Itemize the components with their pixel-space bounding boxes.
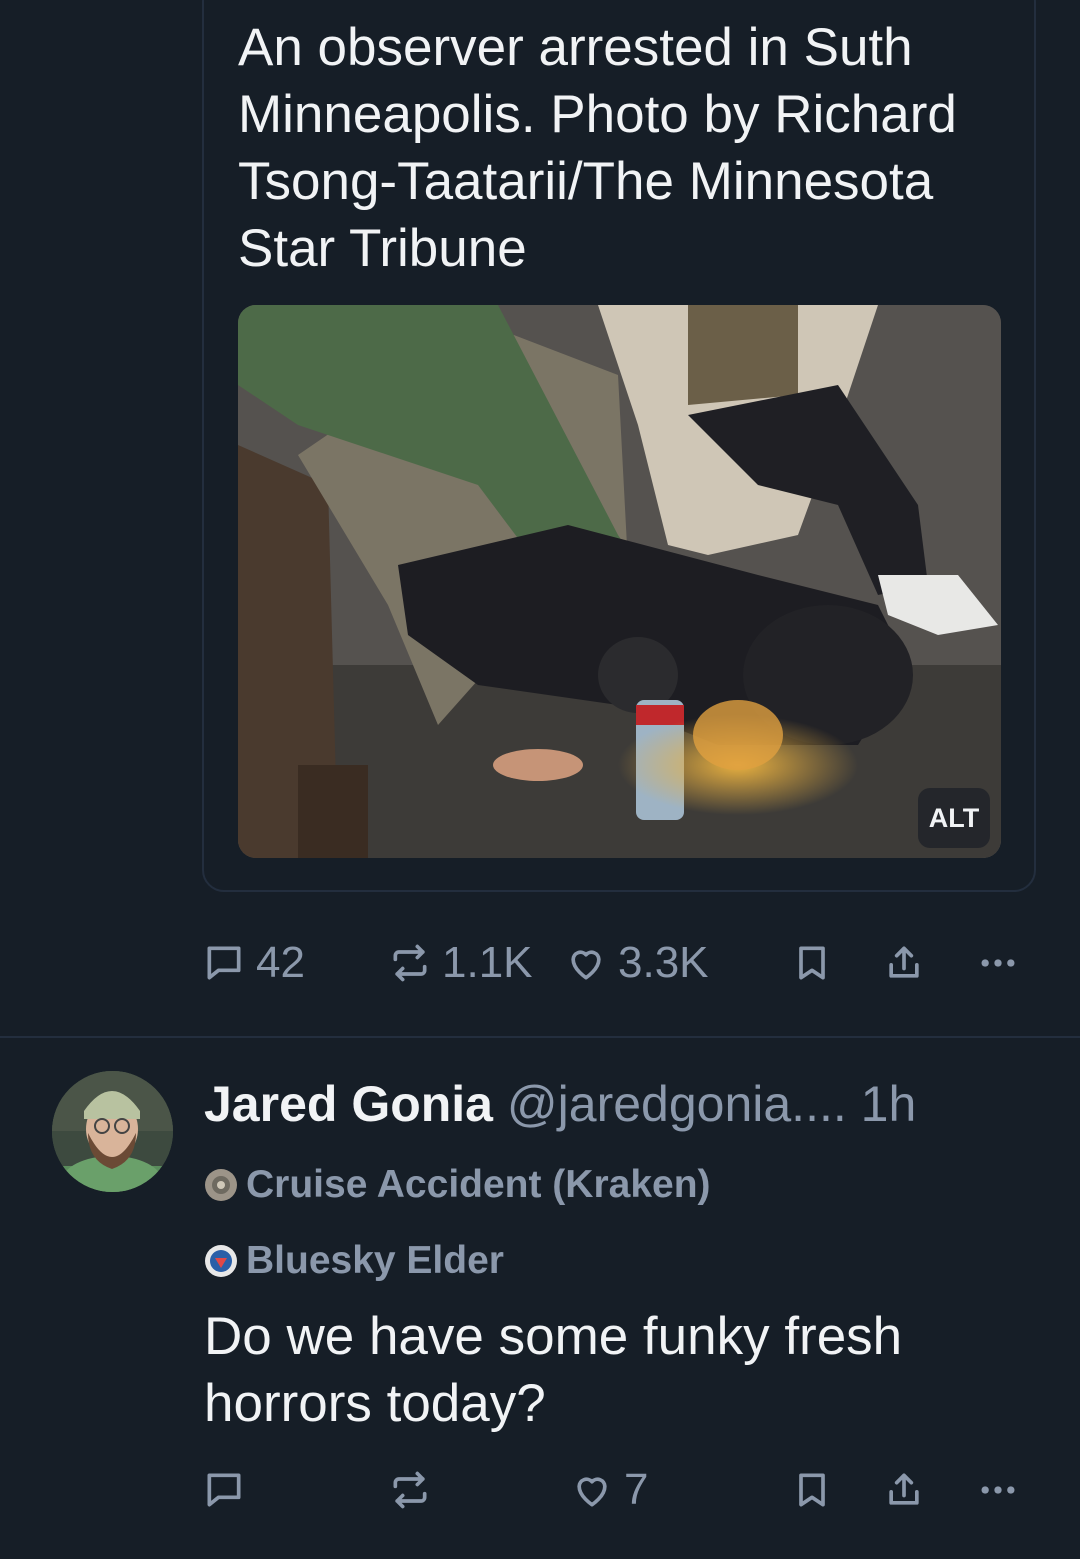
reply-icon bbox=[207, 1473, 241, 1507]
alt-text-badge[interactable]: ALT bbox=[918, 788, 990, 848]
share-icon bbox=[889, 1473, 919, 1505]
like-button[interactable]: 3.3K bbox=[564, 933, 709, 993]
post-photo[interactable]: ALT bbox=[238, 305, 1001, 858]
repost-icon bbox=[393, 944, 427, 982]
reply-icon bbox=[207, 946, 241, 980]
badge-label: Cruise Accident (Kraken) bbox=[246, 1163, 711, 1206]
post-timestamp[interactable]: 1h bbox=[861, 1076, 917, 1132]
quoted-post-text: An observer arrested in Suth Minneapolis… bbox=[238, 18, 957, 278]
author-handle[interactable]: @jaredgonia.... bbox=[507, 1076, 847, 1132]
avatar[interactable] bbox=[52, 1071, 173, 1192]
reply-count: 42 bbox=[256, 938, 305, 987]
like-button[interactable]: 7 bbox=[570, 1460, 648, 1520]
post-header: Jared Gonia @jaredgonia.... 1h bbox=[204, 1072, 1044, 1136]
share-button[interactable] bbox=[882, 1460, 926, 1520]
share-icon bbox=[889, 946, 919, 978]
bookmark-icon bbox=[799, 1473, 825, 1507]
more-icon bbox=[981, 959, 1015, 967]
repost-button[interactable]: 1.1K bbox=[388, 933, 533, 993]
bookmark-button[interactable] bbox=[790, 933, 834, 993]
photo-illustration bbox=[238, 305, 1001, 858]
repost-icon bbox=[393, 1471, 427, 1509]
repost-button[interactable] bbox=[388, 1460, 432, 1520]
badge-bluesky-elder[interactable]: Bluesky Elder bbox=[204, 1236, 504, 1286]
like-icon bbox=[577, 1477, 607, 1507]
badge-cruise-accident[interactable]: Cruise Accident (Kraken) bbox=[204, 1160, 711, 1210]
post-action-bar: 42 1.1K 3.3K bbox=[202, 933, 1032, 993]
share-button[interactable] bbox=[882, 933, 926, 993]
more-button[interactable] bbox=[974, 933, 1022, 993]
post-body-text: Do we have some funky fresh horrors toda… bbox=[204, 1307, 903, 1433]
author-name[interactable]: Jared Gonia bbox=[204, 1076, 493, 1132]
elder-badge-icon bbox=[205, 1245, 237, 1277]
reply-button[interactable] bbox=[202, 1460, 246, 1520]
more-icon bbox=[981, 1486, 1015, 1494]
badge-label: Bluesky Elder bbox=[246, 1239, 504, 1282]
like-count: 3.3K bbox=[618, 938, 709, 987]
reply-button[interactable]: 42 bbox=[202, 933, 305, 993]
reply-action-bar: 7 bbox=[202, 1460, 1032, 1520]
repost-count: 1.1K bbox=[442, 938, 533, 987]
like-count: 7 bbox=[624, 1465, 649, 1514]
bookmark-icon bbox=[799, 946, 825, 980]
post-divider bbox=[0, 1036, 1080, 1038]
avatar-image bbox=[52, 1071, 173, 1192]
bookmark-button[interactable] bbox=[790, 1460, 834, 1520]
like-icon bbox=[571, 950, 601, 980]
kraken-badge-icon bbox=[205, 1169, 237, 1201]
more-button[interactable] bbox=[974, 1460, 1022, 1520]
